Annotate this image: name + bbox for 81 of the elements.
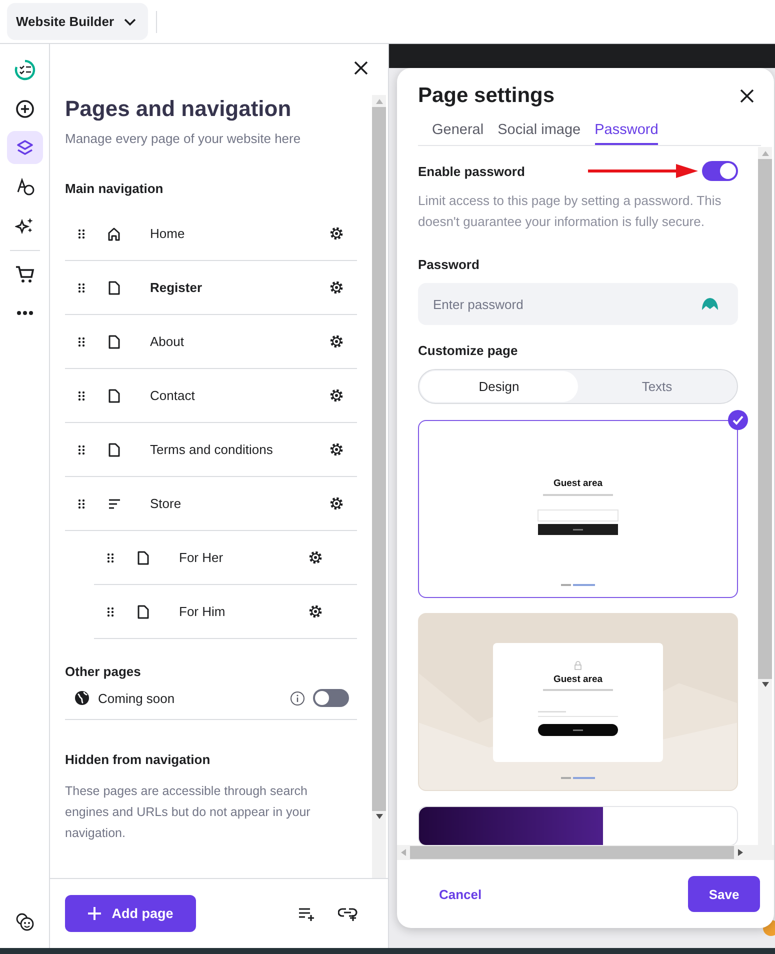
toggle-switch[interactable] xyxy=(702,161,738,181)
page-icon xyxy=(137,550,149,564)
dialog-title: Page settings xyxy=(418,83,555,109)
info-icon[interactable] xyxy=(290,690,305,706)
settings-icon[interactable] xyxy=(308,604,323,619)
scrollbar[interactable] xyxy=(397,845,774,860)
panel-title: Pages and navigation xyxy=(65,95,292,123)
preview-title: Guest area xyxy=(553,478,603,489)
template-card[interactable] xyxy=(418,806,738,845)
settings-icon[interactable] xyxy=(329,388,344,403)
plus-icon xyxy=(88,907,101,920)
faces-icon[interactable] xyxy=(14,912,34,932)
chevron-down-icon xyxy=(124,18,136,26)
section-description: These pages are accessible through search engines and URLs but do not appear in your navigation. xyxy=(65,783,312,842)
page-name[interactable]: For Her xyxy=(179,550,308,565)
page-name[interactable]: Store xyxy=(150,496,329,511)
drag-handle-icon[interactable] xyxy=(78,444,85,454)
drag-handle-icon[interactable] xyxy=(78,390,85,400)
settings-icon[interactable] xyxy=(329,442,344,457)
close-icon[interactable] xyxy=(740,89,754,103)
settings-icon[interactable] xyxy=(329,280,344,295)
scroll-down-icon[interactable] xyxy=(376,814,382,819)
page-name[interactable]: Register xyxy=(150,280,329,295)
scrollbar[interactable] xyxy=(758,147,772,845)
drag-handle-icon[interactable] xyxy=(107,552,114,562)
page-name[interactable]: About xyxy=(150,334,329,349)
page-icon xyxy=(108,334,120,348)
settings-icon[interactable] xyxy=(329,226,344,241)
scrollbar[interactable] xyxy=(372,95,386,878)
panel-subtitle: Manage every page of your website here xyxy=(65,131,302,146)
page-icon xyxy=(108,280,120,294)
tab[interactable]: Password xyxy=(594,118,658,145)
drag-handle-icon[interactable] xyxy=(78,498,85,508)
add-list-icon[interactable] xyxy=(298,906,316,920)
section-heading: Other pages xyxy=(65,664,142,679)
setting-label: Enable password xyxy=(418,164,526,178)
setting-description: Limit access to this page by setting a password. This doesn't guarantee your information is fully secure. xyxy=(418,192,722,231)
template-card[interactable]: Guest area xyxy=(418,613,738,791)
app-menu-button[interactable]: Website Builder xyxy=(7,3,148,40)
page-icon xyxy=(108,442,120,456)
add-page-button[interactable]: Add page xyxy=(65,895,196,932)
preview-link-drawing xyxy=(561,777,595,780)
page-name[interactable]: Terms and conditions xyxy=(150,442,329,457)
tab[interactable]: General xyxy=(432,118,484,145)
drag-handle-icon[interactable] xyxy=(78,336,85,346)
password-field[interactable]: Enter password xyxy=(418,283,738,325)
preview-title: Guest area xyxy=(553,674,603,685)
close-icon[interactable] xyxy=(354,61,368,75)
cancel-button[interactable]: Cancel xyxy=(439,886,482,902)
preview-link-drawing xyxy=(561,584,595,587)
section-heading: Customize page xyxy=(418,343,519,358)
page-name[interactable]: For Him xyxy=(179,604,308,619)
page-name[interactable]: Contact xyxy=(150,388,329,403)
page-icon xyxy=(108,388,120,402)
globe-icon xyxy=(74,690,90,706)
layers-icon[interactable] xyxy=(6,131,42,164)
add-link-icon[interactable] xyxy=(338,906,358,920)
drag-handle-icon[interactable] xyxy=(78,228,85,238)
lock-icon xyxy=(574,661,582,670)
lines-icon xyxy=(108,498,120,508)
section-heading: Hidden from navigation xyxy=(65,752,212,767)
toggle-switch[interactable] xyxy=(313,689,349,707)
page-name[interactable]: Home xyxy=(150,226,329,241)
page-name[interactable]: Coming soon xyxy=(98,690,282,706)
settings-icon[interactable] xyxy=(329,334,344,349)
settings-icon[interactable] xyxy=(329,496,344,511)
check-icon xyxy=(728,410,748,430)
settings-icon[interactable] xyxy=(308,550,323,565)
section-heading: Main navigation xyxy=(65,181,164,196)
save-button[interactable]: Save xyxy=(688,876,760,912)
field-label: Password xyxy=(418,257,480,272)
template-card[interactable]: Guest area xyxy=(418,420,738,598)
home-icon xyxy=(107,226,121,240)
drag-handle-icon[interactable] xyxy=(78,282,85,292)
scroll-right-icon[interactable] xyxy=(738,849,743,856)
segment-button[interactable]: Texts xyxy=(578,371,736,402)
tab[interactable]: Social image xyxy=(498,118,581,145)
segment-button[interactable]: Design xyxy=(420,371,578,402)
page-icon xyxy=(137,604,149,618)
scroll-down-icon[interactable] xyxy=(762,682,768,687)
drag-handle-icon[interactable] xyxy=(107,606,114,616)
